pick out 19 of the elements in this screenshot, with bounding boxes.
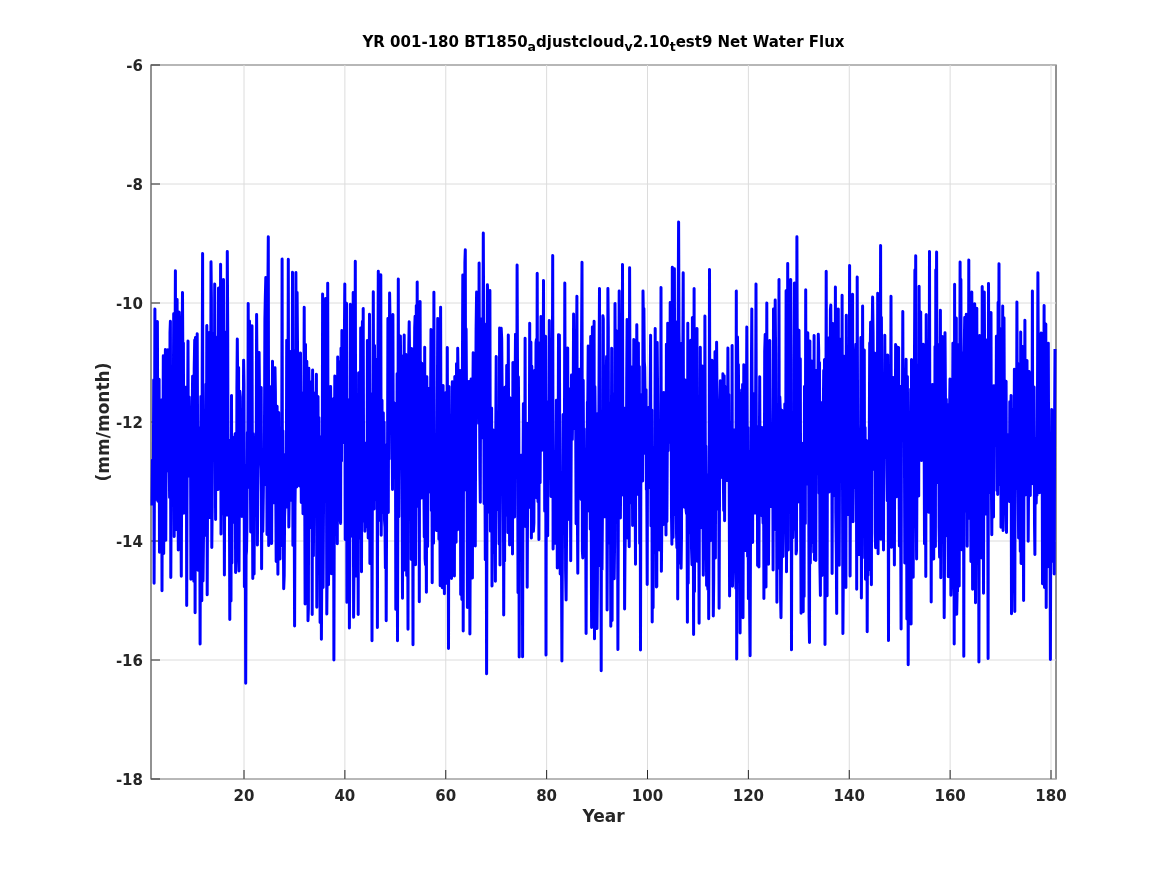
x-axis-label: Year [582,806,625,826]
axis-tick-label: -6 [126,57,143,75]
axis-tick-label: -10 [115,295,143,313]
axis-tick-label: 40 [334,787,356,805]
axis-tick-label: 100 [631,787,664,805]
axis-tick-label: 60 [435,787,457,805]
axis-tick-label: -14 [115,533,143,551]
chart-title: YR 001-180 BT1850$_{a}$djustcloud$_{v}$2.10$_{t}$est9 Net Water Flux [362,32,845,56]
y-axis-label: (mm/month) [93,362,113,482]
axis-tick-label: -18 [115,771,143,789]
axis-tick-label: -8 [126,176,143,194]
axis-tick-label: -16 [115,652,143,670]
axis-tick-label: 20 [233,787,255,805]
axis-tick-label: -12 [115,414,143,432]
axis-tick-label: 180 [1035,787,1067,805]
axis-tick-label: 120 [732,787,765,805]
axis-tick-label: 160 [934,787,966,805]
axis-tick-label: 140 [833,787,865,805]
axis-tick-label: 80 [536,787,558,805]
